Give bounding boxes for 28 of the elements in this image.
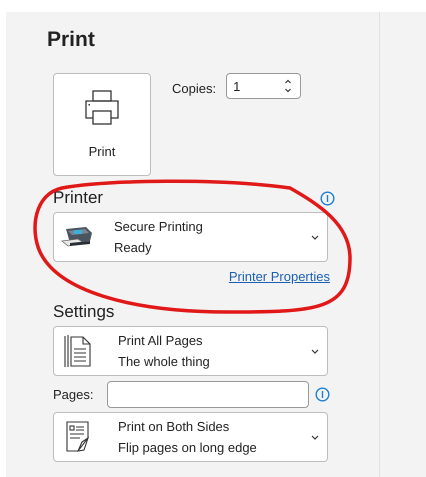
chevron-down-icon: [311, 234, 319, 240]
chevron-down-icon: [311, 434, 319, 440]
setting-subtitle: The whole thing: [118, 354, 211, 369]
info-icon[interactable]: [320, 190, 335, 206]
printer-status: Ready: [114, 240, 153, 255]
copies-spinbox[interactable]: 1: [226, 73, 302, 99]
info-icon[interactable]: [315, 387, 330, 402]
copies-label: Copies:: [172, 81, 216, 96]
printer-icon: [85, 90, 119, 126]
settings-dropdown[interactable]: Print on Both Sides Flip pages on long edge: [53, 412, 328, 462]
printer-name: Secure Printing: [114, 219, 204, 234]
page-title: Print: [47, 28, 96, 53]
spin-arrows-icon: [284, 78, 292, 94]
setting-title: Print on Both Sides: [118, 419, 230, 434]
double-sided-page-icon: [64, 420, 92, 454]
settings-dropdown[interactable]: Print All Pages The whole thing: [53, 326, 328, 376]
setting-subtitle: Flip pages on long edge: [118, 440, 258, 455]
pages-label: Pages:: [53, 387, 94, 402]
setting-title: Print All Pages: [118, 333, 204, 348]
settings-heading: Settings: [53, 302, 116, 322]
document-pages-icon: [64, 334, 92, 368]
printer-icon: [60, 225, 94, 249]
pages-input-field[interactable]: [107, 381, 309, 408]
chevron-down-icon: [311, 348, 319, 354]
printer-heading: Printer: [53, 188, 104, 208]
printer-dropdown[interactable]: Secure Printing Ready: [53, 212, 328, 262]
printer-properties-link[interactable]: Printer Properties: [228, 269, 330, 284]
print-button[interactable]: Print: [53, 73, 151, 176]
